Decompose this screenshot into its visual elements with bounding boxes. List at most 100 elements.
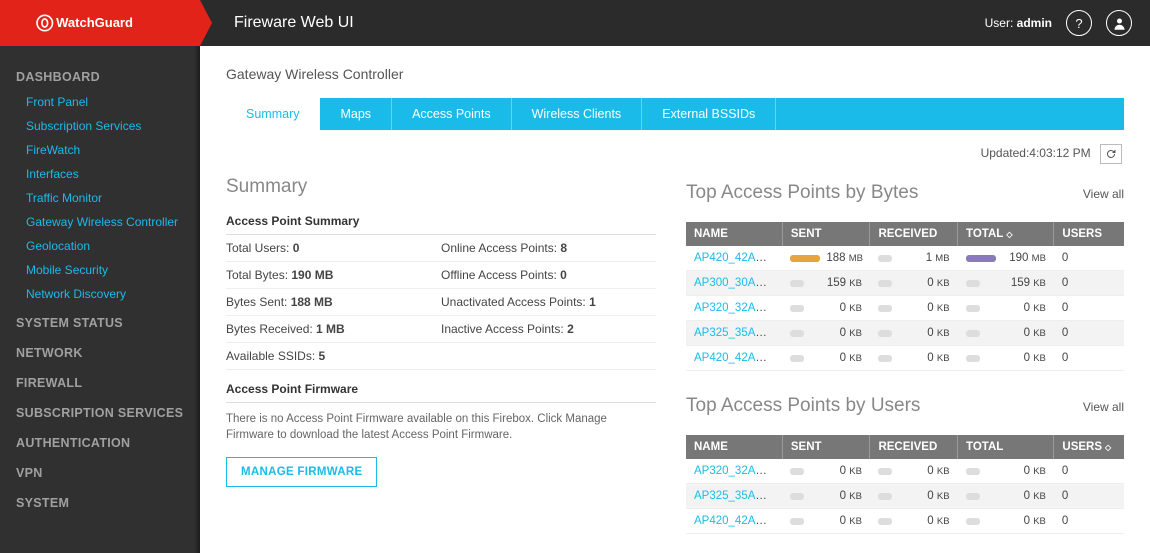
nav-item[interactable]: Subscription Services [0,114,200,138]
users-cell: 0 [1054,459,1124,484]
table-header[interactable]: NAME [686,222,782,246]
main-content: Gateway Wireless Controller SummaryMapsA… [200,46,1150,553]
profile-button[interactable] [1106,10,1132,36]
table-header[interactable]: SENT [782,435,870,459]
refresh-button[interactable] [1100,144,1122,164]
top-users-table: NAMESENTRECEIVEDTOTALUSERS◇ AP320_32AP06… [686,435,1124,534]
nav-item[interactable]: Network Discovery [0,282,200,306]
sent-cell: 0 KB [782,484,870,509]
users-cell: 0 [1054,346,1124,371]
table-header[interactable]: USERS [1054,222,1124,246]
table-row: AP320_32AP06B00 KB0 KB0 KB0 [686,296,1124,321]
ap-link[interactable]: AP420_42AP02CA [694,352,782,364]
top-users-viewall[interactable]: View all [1083,400,1124,414]
nav-item[interactable]: Front Panel [0,90,200,114]
table-row: AP420_42AP02CA0 KB0 KB0 KB0 [686,346,1124,371]
sidebar: DASHBOARDFront PanelSubscription Service… [0,46,200,553]
ap-link[interactable]: AP325_35AP03B1 [694,327,782,339]
users-cell: 0 [1054,484,1124,509]
table-row: AP420_42AP02CF188 MB1 MB190 MB0 [686,246,1124,271]
table-row: AP325_35AP03B10 KB0 KB0 KB0 [686,321,1124,346]
table-header[interactable]: TOTAL◇ [958,222,1054,246]
total-cell: 0 KB [958,321,1054,346]
ap-link[interactable]: AP420_42AP02CF [694,252,782,264]
nav-heading[interactable]: SYSTEM STATUS [0,306,200,336]
table-header[interactable]: TOTAL [958,435,1054,459]
app-title: Fireware Web UI [234,14,354,32]
nav-item[interactable]: FireWatch [0,138,200,162]
sent-cell: 0 KB [782,509,870,534]
sent-cell: 0 KB [782,321,870,346]
nav-item[interactable]: Interfaces [0,162,200,186]
ap-summary-heading: Access Point Summary [226,208,656,235]
recv-cell: 0 KB [870,509,958,534]
ap-link[interactable]: AP325_35AP03B1 [694,490,782,502]
topbar: WatchGuard Fireware Web UI User: admin ? [0,0,1150,46]
tab-wireless-clients[interactable]: Wireless Clients [512,98,643,130]
stats-cell: Unactivated Access Points: 1 [441,289,656,316]
recv-cell: 0 KB [870,484,958,509]
manage-firmware-button[interactable]: MANAGE FIRMWARE [226,457,377,487]
total-cell: 0 KB [958,509,1054,534]
sent-cell: 188 MB [782,246,870,271]
user-label: User: admin [985,16,1052,30]
table-row: AP325_35AP03B10 KB0 KB0 KB0 [686,484,1124,509]
sent-cell: 0 KB [782,296,870,321]
total-cell: 190 MB [958,246,1054,271]
updated-row: Updated:4:03:12 PM [226,130,1124,170]
nav-item[interactable]: Traffic Monitor [0,186,200,210]
ssids-row: Available SSIDs: 5 [226,343,656,370]
summary-title: Summary [226,176,656,198]
tab-summary[interactable]: Summary [226,98,320,130]
table-row: AP320_32AP06B00 KB0 KB0 KB0 [686,459,1124,484]
table-header[interactable]: RECEIVED [870,435,958,459]
stats-cell: Total Users: 0 [226,235,441,262]
top-bytes-viewall[interactable]: View all [1083,187,1124,201]
sort-icon: ◇ [1105,443,1111,452]
stats-cell: Inactive Access Points: 2 [441,316,656,342]
table-row: AP420_42AP02CA0 KB0 KB0 KB0 [686,509,1124,534]
total-cell: 159 KB [958,271,1054,296]
table-header[interactable]: SENT [782,222,870,246]
help-button[interactable]: ? [1066,10,1092,36]
nav-item[interactable]: Mobile Security [0,258,200,282]
tabs: SummaryMapsAccess PointsWireless Clients… [226,98,1124,130]
top-bytes-table: NAMESENTRECEIVEDTOTAL◇USERS AP420_42AP02… [686,222,1124,371]
ap-link[interactable]: AP300_30AP0279 [694,277,782,289]
total-cell: 0 KB [958,346,1054,371]
stats-cell: Total Bytes: 190 MB [226,262,441,289]
fw-heading: Access Point Firmware [226,376,656,403]
sent-cell: 159 KB [782,271,870,296]
nav-item[interactable]: Gateway Wireless Controller [0,210,200,234]
nav-heading[interactable]: AUTHENTICATION [0,426,200,456]
svg-text:WatchGuard: WatchGuard [56,15,133,30]
recv-cell: 0 KB [870,459,958,484]
stats-cell: Offline Access Points: 0 [441,262,656,289]
total-cell: 0 KB [958,459,1054,484]
fw-note: There is no Access Point Firmware availa… [226,403,656,451]
users-cell: 0 [1054,246,1124,271]
ap-link[interactable]: AP420_42AP02CA [694,515,782,527]
ap-link[interactable]: AP320_32AP06B0 [694,465,782,477]
ap-link[interactable]: AP320_32AP06B0 [694,302,782,314]
nav-heading[interactable]: SYSTEM [0,486,200,516]
tab-access-points[interactable]: Access Points [392,98,512,130]
sent-cell: 0 KB [782,459,870,484]
table-header[interactable]: NAME [686,435,782,459]
table-header[interactable]: RECEIVED [870,222,958,246]
tab-maps[interactable]: Maps [320,98,392,130]
recv-cell: 0 KB [870,271,958,296]
brand-logo[interactable]: WatchGuard [0,0,200,46]
nav-item[interactable]: Geolocation [0,234,200,258]
nav-heading[interactable]: VPN [0,456,200,486]
stats-grid: Total Users: 0Online Access Points: 8Tot… [226,235,656,343]
nav-heading[interactable]: NETWORK [0,336,200,366]
stats-cell: Online Access Points: 8 [441,235,656,262]
top-bytes-title: Top Access Points by Bytes [686,182,918,204]
tab-external-bssids[interactable]: External BSSIDs [642,98,776,130]
nav-heading[interactable]: FIREWALL [0,366,200,396]
nav-heading[interactable]: SUBSCRIPTION SERVICES [0,396,200,426]
table-header[interactable]: USERS◇ [1054,435,1124,459]
stats-cell: Bytes Received: 1 MB [226,316,441,342]
nav-heading[interactable]: DASHBOARD [0,60,200,90]
